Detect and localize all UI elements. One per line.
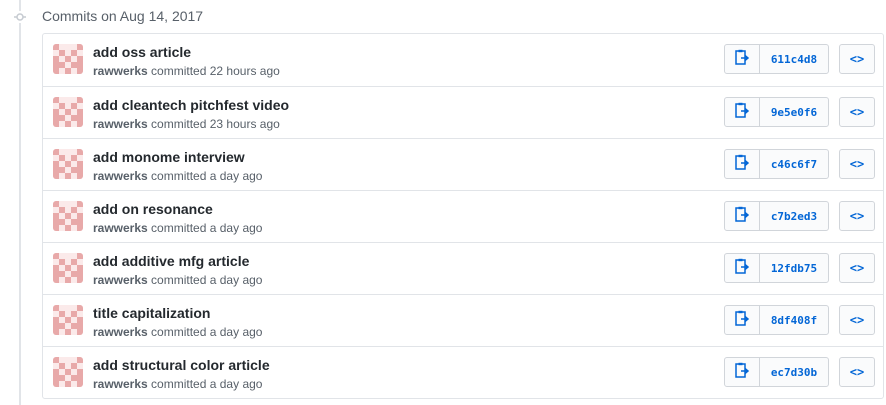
copy-sha-button[interactable] [725, 306, 760, 334]
browse-repo-button[interactable]: <> [839, 97, 875, 127]
clippy-icon [735, 362, 750, 383]
commit-title-link[interactable]: add additive mfg article [93, 252, 249, 270]
timeline-line [19, 0, 21, 405]
copy-sha-button[interactable] [725, 358, 760, 386]
commit-sha-group: 12fdb75 [724, 253, 829, 283]
browse-repo-button[interactable]: <> [839, 253, 875, 283]
identicon-avatar[interactable] [53, 253, 83, 283]
commit-title-link[interactable]: add cleantech pitchfest video [93, 96, 289, 114]
clippy-icon [735, 49, 750, 70]
clippy-icon [735, 154, 750, 175]
browse-repo-button[interactable]: <> [839, 305, 875, 335]
commit-author-link[interactable]: rawwerks [93, 169, 148, 183]
commit-author-link[interactable]: rawwerks [93, 377, 148, 391]
commit-meta: rawwerks committed a day ago [93, 325, 262, 340]
identicon-avatar[interactable] [53, 201, 83, 231]
commit-action: committed [151, 169, 207, 183]
commit-author-link[interactable]: rawwerks [93, 273, 148, 287]
commit-meta: rawwerks committed a day ago [93, 221, 262, 236]
identicon-avatar[interactable] [53, 97, 83, 127]
browse-repo-button[interactable]: <> [839, 201, 875, 231]
commit-time: a day ago [209, 377, 263, 391]
identicon-avatar[interactable] [53, 44, 83, 74]
commit-sha-button[interactable]: c46c6f7 [760, 150, 828, 178]
commit-list: add oss article rawwerks committed 22 ho… [42, 33, 884, 399]
identicon-avatar[interactable] [53, 149, 83, 179]
commit-action: committed [151, 325, 207, 339]
commit-meta: rawwerks committed a day ago [93, 169, 262, 184]
commit-sha-group: 611c4d8 [724, 44, 829, 74]
git-commit-icon [14, 11, 26, 23]
commit-meta: rawwerks committed 23 hours ago [93, 117, 280, 132]
clippy-icon [735, 102, 750, 123]
commit-sha-button[interactable]: c7b2ed3 [760, 202, 828, 230]
commit-sha-group: c7b2ed3 [724, 201, 829, 231]
commit-action: committed [151, 221, 207, 235]
commit-time: a day ago [209, 221, 263, 235]
commit-action: committed [151, 377, 207, 391]
copy-sha-button[interactable] [725, 202, 760, 230]
commit-meta: rawwerks committed 22 hours ago [93, 64, 280, 79]
commit-action: committed [151, 64, 207, 78]
commit-sha-group: 9e5e0f6 [724, 97, 829, 127]
commit-title-link[interactable]: add structural color article [93, 356, 270, 374]
commit-action: committed [151, 273, 207, 287]
commit-author-link[interactable]: rawwerks [93, 221, 148, 235]
commit-group-title: Commits on Aug 14, 2017 [42, 8, 204, 24]
copy-sha-button[interactable] [725, 45, 760, 73]
commit-author-link[interactable]: rawwerks [93, 64, 148, 78]
copy-sha-button[interactable] [725, 98, 760, 126]
identicon-avatar[interactable] [53, 357, 83, 387]
commit-time: a day ago [209, 325, 263, 339]
copy-sha-button[interactable] [725, 150, 760, 178]
commit-sha-group: c46c6f7 [724, 149, 829, 179]
commit-row: title capitalization rawwerks committed … [43, 294, 883, 346]
commit-title-link[interactable]: add oss article [93, 43, 191, 61]
commit-author-link[interactable]: rawwerks [93, 117, 148, 131]
commit-row: add oss article rawwerks committed 22 ho… [43, 34, 883, 86]
clippy-icon [735, 258, 750, 279]
commit-time: 22 hours ago [209, 64, 280, 78]
browse-repo-button[interactable]: <> [839, 44, 875, 74]
commit-sha-group: 8df408f [724, 305, 829, 335]
commit-author-link[interactable]: rawwerks [93, 325, 148, 339]
browse-repo-button[interactable]: <> [839, 149, 875, 179]
clippy-icon [735, 206, 750, 227]
copy-sha-button[interactable] [725, 254, 760, 282]
commit-sha-button[interactable]: 12fdb75 [760, 254, 828, 282]
commit-sha-group: ec7d30b [724, 357, 829, 387]
commit-row: add monome interview rawwerks committed … [43, 138, 883, 190]
commit-sha-button[interactable]: 611c4d8 [760, 45, 828, 73]
commit-sha-button[interactable]: 9e5e0f6 [760, 98, 828, 126]
commit-meta: rawwerks committed a day ago [93, 273, 262, 288]
commit-row: add on resonance rawwerks committed a da… [43, 190, 883, 242]
commit-sha-button[interactable]: ec7d30b [760, 358, 828, 386]
commit-time: a day ago [209, 169, 263, 183]
commit-row: add cleantech pitchfest video rawwerks c… [43, 86, 883, 138]
commit-title-link[interactable]: title capitalization [93, 304, 210, 322]
commit-row: add additive mfg article rawwerks commit… [43, 242, 883, 294]
commit-title-link[interactable]: add monome interview [93, 148, 245, 166]
clippy-icon [735, 310, 750, 331]
commit-sha-button[interactable]: 8df408f [760, 306, 828, 334]
browse-repo-button[interactable]: <> [839, 357, 875, 387]
commit-meta: rawwerks committed a day ago [93, 377, 262, 392]
commit-time: 23 hours ago [209, 117, 280, 131]
commit-title-link[interactable]: add on resonance [93, 200, 213, 218]
identicon-avatar[interactable] [53, 305, 83, 335]
commit-action: committed [151, 117, 207, 131]
commit-time: a day ago [209, 273, 263, 287]
commit-row: add structural color article rawwerks co… [43, 346, 883, 398]
